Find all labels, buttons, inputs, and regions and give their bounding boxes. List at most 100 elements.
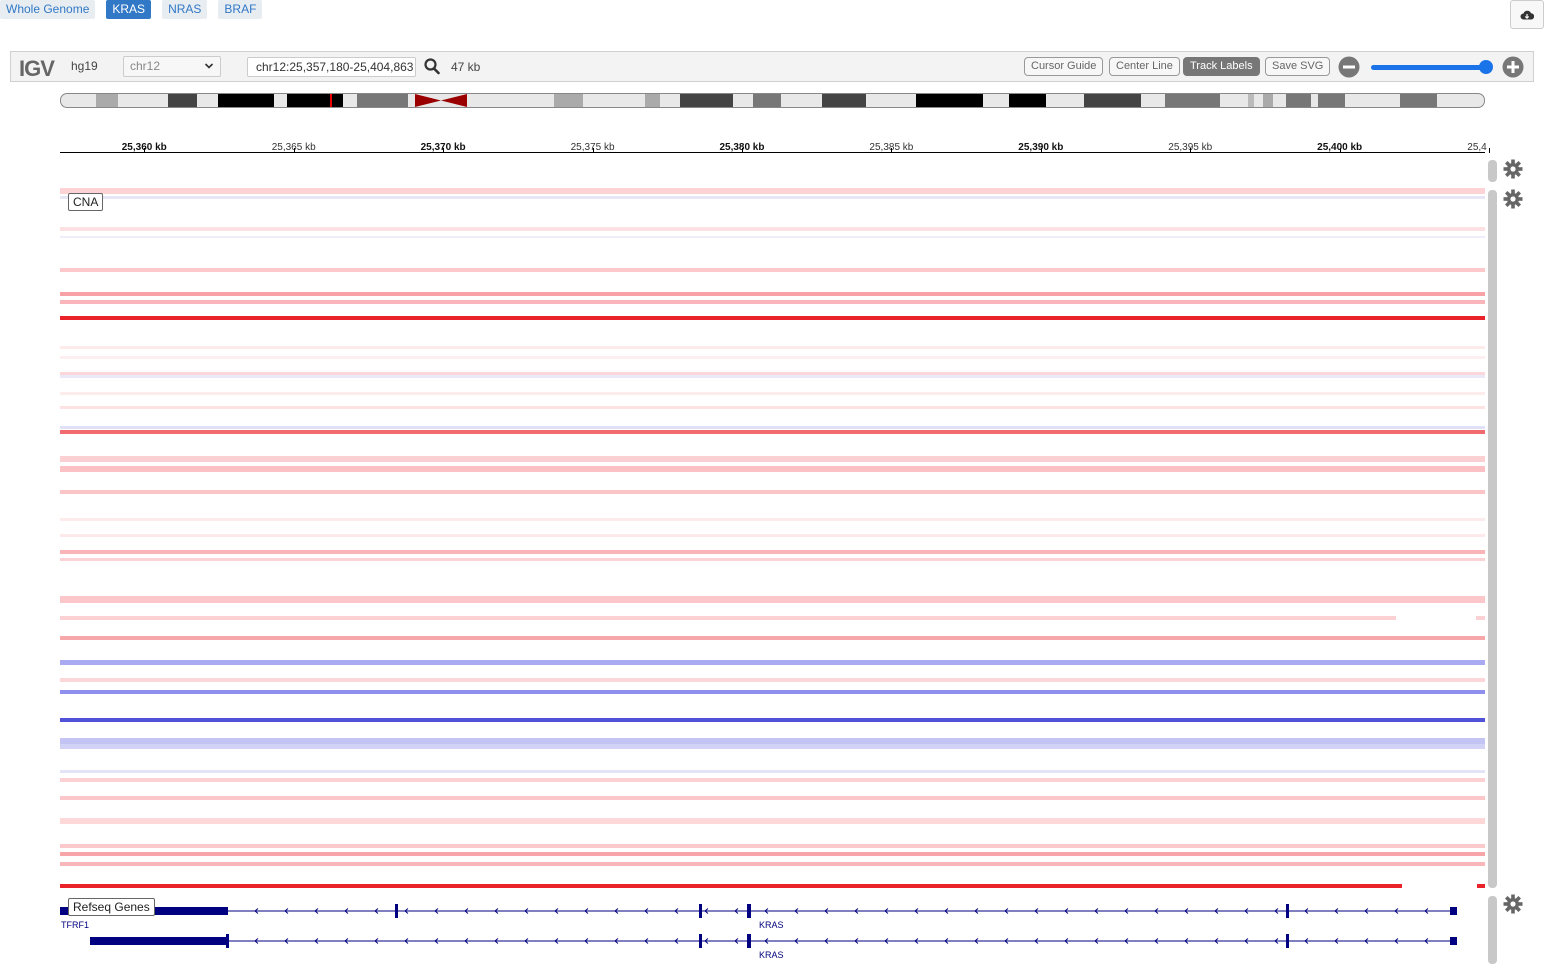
cna-sample-row [60, 852, 1485, 856]
cna-sample-row [60, 292, 1485, 296]
ruler-tick-mark [1339, 148, 1341, 153]
cna-sample-row [60, 744, 1485, 749]
gear-icon[interactable] [1503, 894, 1523, 914]
cna-segment-gap [362, 828, 722, 834]
cna-sample-row [60, 392, 1485, 395]
cursor-guide-button[interactable]: Cursor Guide [1024, 57, 1104, 76]
zoom-out-icon[interactable] [1338, 56, 1360, 78]
ruler-tick-mark [1489, 148, 1491, 153]
cna-sample-row [60, 346, 1485, 349]
braf-button[interactable]: BRAF [218, 0, 263, 19]
cna-sample-row [60, 558, 1485, 561]
igv-navbar: IGV hg19 chr12 chr12:25,357,180-25,404,8… [10, 51, 1534, 82]
cna-sample-row [60, 430, 1485, 434]
genomic-ruler[interactable]: 25,360 kb 25,365 kb 25,370 kb 25,375 kb 25,3… [60, 128, 1491, 154]
current-region-indicator [330, 94, 332, 107]
cna-track-scrollbar[interactable] [1488, 190, 1497, 888]
cna-sample-row [60, 356, 1485, 359]
refseq-track-scrollbar[interactable] [1488, 896, 1497, 964]
ruler-tick-mark [1040, 148, 1042, 153]
ideogram-band [680, 94, 733, 107]
cna-sample-row [60, 778, 1485, 782]
ideogram-band [554, 94, 583, 107]
cna-segment-gap [674, 646, 682, 650]
ideogram-band [1318, 94, 1345, 107]
ideogram-band [1263, 94, 1273, 107]
cna-sample-row [60, 196, 1485, 199]
gear-icon[interactable] [1503, 189, 1523, 209]
gene-feature-kras [90, 934, 1457, 948]
cna-sample-row [60, 818, 1485, 824]
center-line-button[interactable]: Center Line [1109, 57, 1180, 76]
zoom-slider-thumb[interactable] [1479, 60, 1493, 74]
cna-sample-row [60, 616, 1485, 620]
cna-sample-row [60, 268, 1485, 272]
cna-sample-row [60, 770, 1485, 773]
ideogram-band [287, 94, 343, 107]
gene-label-kras: KRAS [759, 950, 784, 960]
save-svg-button[interactable]: Save SVG [1265, 57, 1331, 76]
ruler-tick-mark [293, 148, 295, 153]
refseq-genes-track[interactable]: TFRF1 KRAS KRAS [60, 898, 1485, 964]
cna-sample-row [60, 550, 1485, 554]
cna-sample-row [60, 236, 1485, 238]
cna-sample-row [60, 490, 1485, 494]
search-icon[interactable] [424, 58, 440, 75]
ruler-tick-mark [891, 148, 893, 153]
zoom-in-icon[interactable] [1502, 56, 1524, 78]
ideogram-band [218, 94, 274, 107]
cna-sample-row [60, 316, 1485, 320]
cna-track-label: CNA [68, 193, 104, 211]
gear-icon[interactable] [1503, 159, 1523, 179]
track-labels-button[interactable]: Track Labels [1183, 57, 1260, 76]
ruler-tick-label: 25,4 [1467, 142, 1487, 153]
kras-button[interactable]: KRAS [106, 0, 152, 19]
cna-sample-row [60, 466, 1485, 472]
ideogram-band [1286, 94, 1311, 107]
cna-sample-row [60, 690, 1485, 694]
cna-sample-row [60, 884, 1485, 888]
cna-sample-row [60, 456, 1485, 462]
cna-sample-row [60, 406, 1485, 409]
chromosome-ideogram[interactable] [60, 93, 1485, 108]
cna-sample-row [60, 660, 1485, 665]
locus-search-input[interactable]: chr12:25,357,180-25,404,863 [247, 57, 416, 77]
ideogram-band [168, 94, 197, 107]
ideogram-band [645, 94, 660, 107]
cna-sample-row [60, 518, 1485, 521]
chromosome-select[interactable]: chr12 [123, 56, 221, 77]
ideogram-band [96, 94, 118, 107]
gene-nav-bar: Whole Genome KRAS NRAS BRAF [0, 0, 273, 19]
ruler-tick-mark [144, 148, 146, 153]
chromosome-value: chr12 [130, 59, 161, 73]
cna-sample-row [60, 678, 1485, 682]
centromere-marker [415, 94, 467, 107]
ideogram-band [1400, 94, 1437, 107]
ideogram-band [357, 94, 408, 107]
cna-sample-row [60, 796, 1485, 800]
cna-sample-row [60, 862, 1485, 866]
ideogram-band [1009, 94, 1046, 107]
cna-track[interactable] [60, 188, 1485, 888]
gene-feature-tfrf1-kras [60, 904, 1457, 918]
cloud-download-icon [1520, 10, 1534, 19]
cloud-download-button[interactable] [1510, 0, 1544, 29]
ideogram-band [916, 94, 983, 107]
zoom-slider-track[interactable] [1371, 65, 1489, 70]
genome-label[interactable]: hg19 [71, 59, 98, 73]
whole-genome-button[interactable]: Whole Genome [0, 0, 96, 19]
chevron-down-icon [204, 63, 214, 69]
cna-sample-row [60, 596, 1485, 603]
ideogram-band [1084, 94, 1141, 107]
ruler-scrollbar[interactable] [1488, 160, 1497, 182]
cna-sample-row [60, 227, 1485, 231]
cna-segment-gap [1396, 616, 1476, 620]
cna-sample-row [60, 534, 1485, 537]
ruler-tick-mark [443, 148, 445, 153]
window-size-label: 47 kb [451, 60, 481, 74]
ideogram-band [1165, 94, 1220, 107]
gene-label-kras: KRAS [759, 920, 784, 930]
nras-button[interactable]: NRAS [162, 0, 208, 19]
ideogram-band [753, 94, 781, 107]
cna-segment-gap [1402, 884, 1477, 888]
